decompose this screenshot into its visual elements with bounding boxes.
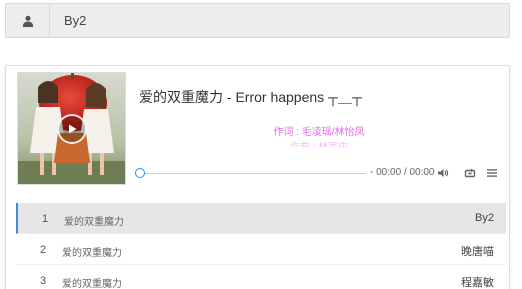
track-title: 爱的双重魔力 bbox=[62, 279, 122, 289]
playlist-item[interactable]: 2 爱的双重魔力 晚唐喵 bbox=[16, 234, 506, 265]
user-icon bbox=[22, 15, 33, 27]
artist-name: By2 bbox=[64, 13, 87, 28]
track-title: 爱的双重魔力 bbox=[62, 248, 122, 259]
progress-thumb[interactable] bbox=[135, 168, 145, 178]
song-title: 爱的双重魔力 - Error happens ┬＿┬ bbox=[139, 89, 362, 105]
track-artist: 晚唐喵 bbox=[461, 246, 494, 258]
artist-header: By2 bbox=[5, 3, 510, 38]
time-display: - 00:00 / 00:00 bbox=[370, 167, 435, 178]
album-cover[interactable] bbox=[17, 72, 126, 185]
lyric-current: 作词 : 毛凌瑶/林怡凤 bbox=[273, 127, 365, 138]
volume-icon[interactable] bbox=[437, 167, 449, 179]
track-title: 爱的双重魔力 bbox=[64, 217, 124, 228]
track-number: 2 bbox=[40, 244, 47, 256]
track-artist: 程嘉敏 bbox=[461, 277, 494, 289]
playlist-item[interactable]: 3 爱的双重魔力 程嘉敏 bbox=[16, 265, 506, 289]
track-artist: By2 bbox=[475, 212, 494, 224]
track-number: 1 bbox=[42, 213, 49, 225]
lyric-next: 作曲 : 林宇中 bbox=[139, 138, 499, 147]
menu-icon[interactable] bbox=[486, 167, 498, 179]
progress-bar[interactable] bbox=[140, 173, 366, 174]
user-icon-cell bbox=[6, 4, 50, 37]
playback-controls: - 00:00 / 00:00 bbox=[134, 165, 504, 181]
music-player: 爱的双重魔力 - Error happens ┬＿┬ 作词 : 毛凌瑶/林怡凤 … bbox=[5, 65, 510, 289]
loop-icon[interactable] bbox=[464, 167, 476, 179]
track-number: 3 bbox=[40, 275, 47, 287]
playlist: 1 爱的双重魔力 By2 2 爱的双重魔力 晚唐喵 3 爱的双重魔力 程嘉敏 bbox=[16, 203, 506, 289]
cover-play-button[interactable] bbox=[57, 114, 87, 144]
playlist-item[interactable]: 1 爱的双重魔力 By2 bbox=[16, 203, 506, 234]
play-icon bbox=[69, 124, 77, 134]
